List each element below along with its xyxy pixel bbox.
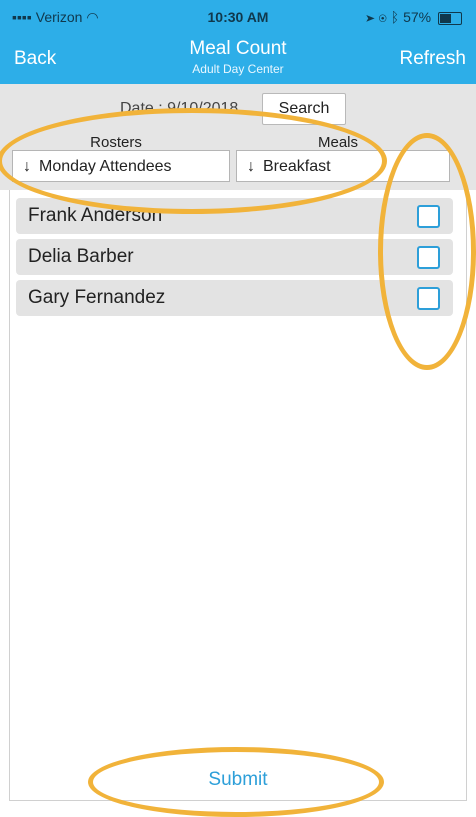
- attendee-name: Gary Fernandez: [28, 287, 166, 308]
- battery-fill: [440, 13, 451, 23]
- highlight-oval-checkboxes: [378, 133, 476, 370]
- alarm-icon: ◉: [378, 9, 387, 25]
- status-right: ➤ ◉ ᛒ 57%: [366, 9, 462, 25]
- refresh-button[interactable]: Refresh: [399, 48, 466, 70]
- bluetooth-icon: ᛒ: [390, 9, 400, 25]
- top-navigation-bar: ▪▪▪▪ Verizon ◠ 10:30 AM ➤ ◉ ᛒ 57% Back M…: [0, 0, 476, 84]
- battery-percent: 57%: [403, 9, 432, 25]
- attendee-name: Delia Barber: [28, 246, 134, 267]
- panel-border-left: [9, 190, 10, 800]
- highlight-oval-filters: [0, 108, 387, 214]
- location-icon: ➤: [366, 9, 375, 25]
- status-bar: ▪▪▪▪ Verizon ◠ 10:30 AM ➤ ◉ ᛒ 57%: [0, 0, 476, 30]
- battery-icon: [438, 11, 462, 25]
- highlight-oval-submit: [88, 747, 384, 817]
